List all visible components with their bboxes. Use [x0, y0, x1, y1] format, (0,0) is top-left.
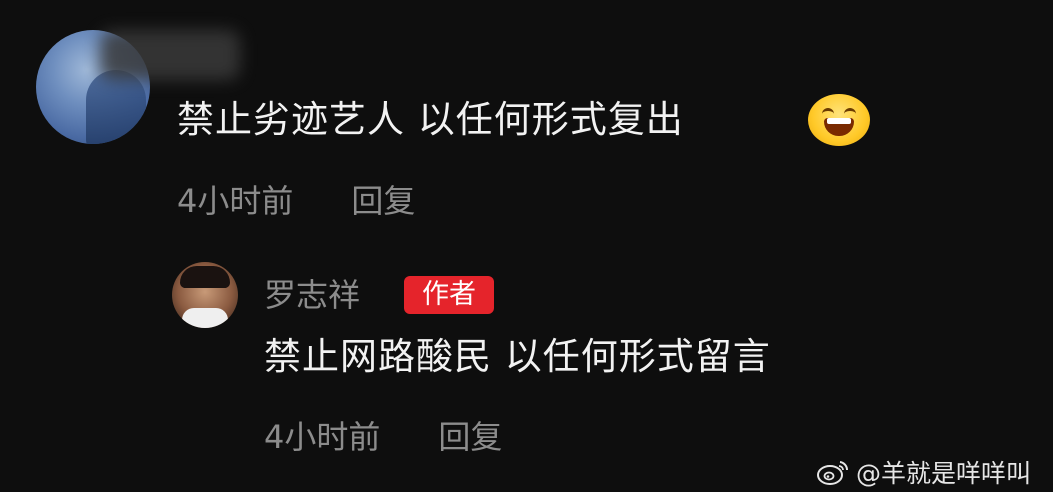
comment-text: 禁止劣迹艺人 以任何形式复出 — [177, 98, 684, 141]
reply-reply-button[interactable]: 回复 — [438, 412, 502, 458]
reply-author-name[interactable]: 罗志祥 — [264, 270, 360, 316]
comment-timestamp: 4小时前 — [177, 182, 294, 220]
reply-author-avatar[interactable] — [172, 262, 238, 328]
weibo-logo-icon — [816, 461, 848, 485]
emoji-eye-left — [822, 108, 834, 115]
laughing-face-icon — [808, 94, 870, 146]
reply-timestamp: 4小时前 — [264, 418, 381, 456]
emoji-teeth — [827, 118, 851, 124]
comment-meta: 4小时前 回复 — [177, 176, 415, 222]
avatar-hair — [180, 266, 230, 288]
comment-thread: 禁止劣迹艺人 以任何形式复出 4小时前 回复 罗志祥 作者 禁止网路酸民 以任何… — [0, 0, 1053, 492]
author-badge: 作者 — [404, 276, 494, 314]
emoji-eye-right — [844, 108, 856, 115]
avatar-shirt — [182, 308, 228, 328]
reply-meta: 4小时前 回复 — [264, 412, 502, 458]
comment-reply-button[interactable]: 回复 — [351, 176, 415, 222]
avatar-figure — [86, 70, 146, 144]
watermark: @羊就是咩咩叫 — [816, 454, 1031, 490]
blurred-username — [100, 30, 240, 80]
reply-text: 禁止网路酸民 以任何形式留言 — [264, 335, 771, 378]
watermark-text: @羊就是咩咩叫 — [855, 459, 1031, 488]
